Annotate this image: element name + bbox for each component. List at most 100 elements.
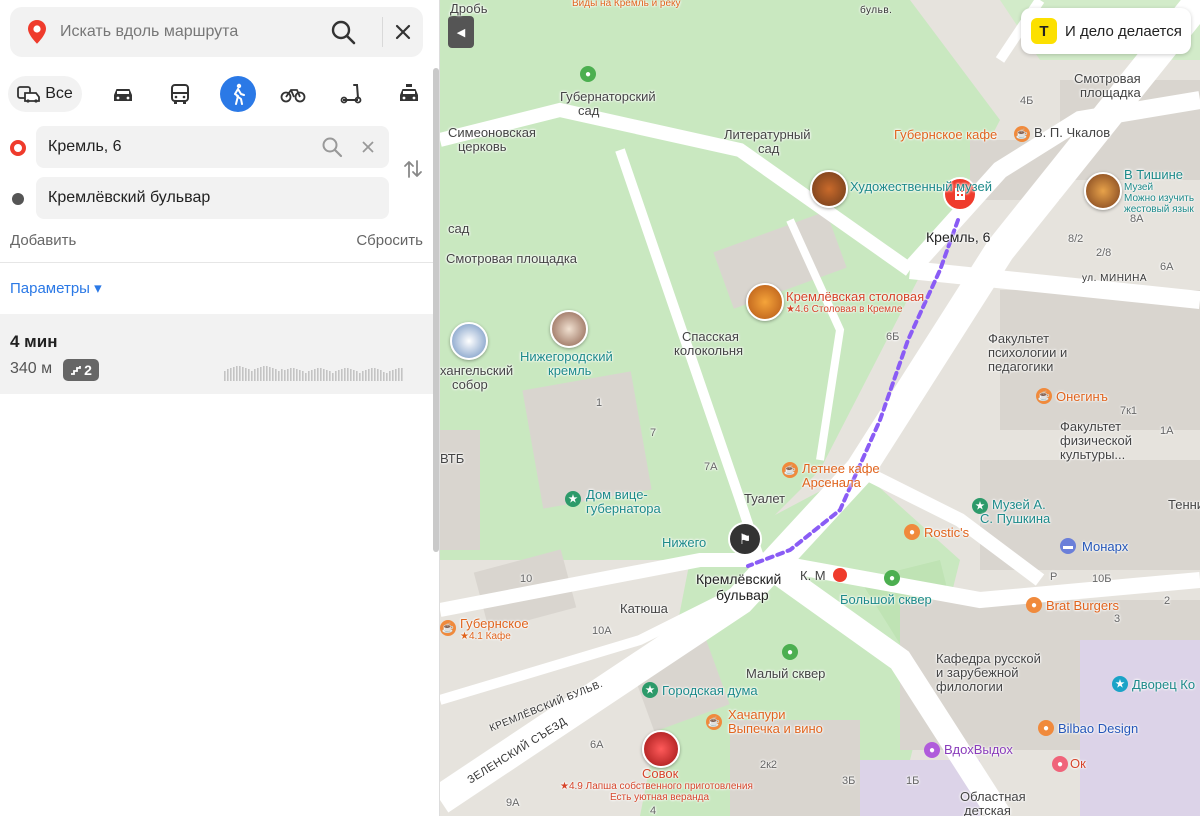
map-label: бульв. (860, 5, 893, 16)
map-label: Губернское кафе (894, 127, 998, 142)
map-label: Дробь (450, 1, 488, 16)
ad-banner[interactable]: T И дело делается (1021, 8, 1191, 54)
elevation-bar (338, 370, 340, 381)
map-label: Катюша (620, 601, 668, 616)
route-search-box[interactable]: Искать вдоль маршрута (10, 7, 423, 57)
mode-walk-button[interactable] (220, 76, 256, 112)
park-icon: ● (782, 644, 798, 660)
map-label: ВТБ (440, 451, 465, 466)
map-label: Онегинъ (1056, 389, 1108, 404)
map-label: ★4.1 Кафе (460, 631, 511, 642)
elevation-bar (293, 368, 295, 381)
fastfood-icon: ● (904, 524, 920, 540)
transport-modes: Все (8, 76, 428, 112)
divider (382, 17, 383, 47)
star-place-icon: ★ (1112, 676, 1128, 692)
mode-scooter-button[interactable] (336, 76, 366, 112)
elevation-bar (242, 367, 244, 381)
elevation-bar (269, 367, 271, 381)
poi-photo-nn-kremlin[interactable] (550, 310, 588, 348)
mode-bus-button[interactable] (165, 76, 195, 112)
close-icon[interactable] (390, 19, 416, 45)
mode-taxi-button[interactable] (394, 76, 424, 112)
map-label: Большой сквер (840, 592, 932, 607)
map-label: Смотровая (1074, 71, 1141, 86)
bicycle-icon (280, 89, 306, 103)
clear-icon[interactable] (360, 139, 376, 155)
elevation-bar (227, 369, 229, 381)
search-icon[interactable] (328, 17, 358, 47)
ad-text: И дело делается (1065, 22, 1182, 40)
elevation-bar (284, 370, 286, 381)
house-number: 1А (1160, 425, 1174, 437)
route-point-from[interactable]: Кремль, 6 (0, 126, 440, 170)
map-label: сад (578, 103, 600, 118)
to-field[interactable]: Кремлёвский бульвар (36, 177, 389, 219)
map-label: Хачапури (728, 707, 786, 722)
elevation-bar (308, 371, 310, 381)
elevation-bar (350, 369, 352, 381)
map-label: В Тишине (1124, 167, 1184, 182)
map-label: Литературный (724, 127, 811, 142)
elevation-bar (323, 369, 325, 381)
map-label: В. П. Чкалов (1034, 125, 1111, 140)
elevation-bar (263, 366, 265, 381)
elevation-bar (248, 369, 250, 381)
finish-flag-icon[interactable]: ⚑ (728, 522, 762, 556)
elevation-bar (314, 369, 316, 381)
house-number: 8/2 (1068, 233, 1084, 245)
reset-button[interactable]: Сбросить (356, 232, 423, 249)
poi-photo-stolovaya[interactable] (746, 283, 784, 321)
collapse-panel-button[interactable]: ◀ (448, 16, 474, 48)
map-label: Ок (1070, 756, 1086, 771)
elevation-bar (380, 370, 382, 381)
house-number: 4 (650, 805, 657, 816)
stairs-icon (71, 366, 81, 375)
map-label: ВдохВыдох (944, 742, 1013, 757)
poi-photo-sobor[interactable] (450, 322, 488, 360)
cafe-icon: ☕ (1036, 388, 1052, 404)
from-value: Кремль, 6 (48, 138, 122, 155)
route-panel: Искать вдоль маршрута Все Кремль, 6 Крем… (0, 0, 440, 816)
map-label: ★4.9 Лапша собственного приготовления (560, 781, 753, 792)
route-option-card[interactable]: 4 мин 340 м 2 (0, 314, 433, 394)
poi-photo-v-tishine[interactable] (1084, 172, 1122, 210)
bus-icon (171, 84, 189, 104)
map-base (440, 0, 1200, 816)
map-label: ул. МИНИНА (1082, 273, 1147, 284)
poi-photo-sovok[interactable] (642, 730, 680, 768)
map-label: собор (452, 377, 488, 392)
elevation-bar (272, 368, 274, 381)
mode-car-button[interactable] (108, 76, 138, 112)
map-label: Rostic's (924, 525, 970, 540)
park-icon: ● (580, 66, 596, 82)
mode-bike-button[interactable] (278, 76, 308, 112)
panel-scrollbar[interactable] (433, 68, 439, 552)
route-point-to[interactable]: Кремлёвский бульвар (0, 177, 440, 221)
metro-marker-icon[interactable] (833, 568, 847, 582)
route-actions: Добавить Сбросить (10, 232, 423, 249)
star-place-icon: ★ (565, 491, 581, 507)
poi-photo-art-museum[interactable] (810, 170, 848, 208)
elevation-bar (305, 373, 307, 381)
map-label: Кремль, 6 (926, 229, 991, 245)
elevation-bar (320, 368, 322, 381)
map-label: Губернаторский (560, 89, 656, 104)
parameters-button[interactable]: Параметры ▾ (10, 279, 102, 297)
from-field[interactable]: Кремль, 6 (36, 126, 389, 168)
map-label: Летнее кафе (802, 461, 880, 476)
mode-all-button[interactable]: Все (8, 76, 82, 112)
route-time: 4 мин (10, 332, 58, 351)
elevation-bar (395, 369, 397, 381)
elevation-bar (278, 371, 280, 381)
house-number: 2/8 (1096, 247, 1112, 259)
house-number: 10А (592, 625, 612, 637)
elevation-bar (347, 368, 349, 381)
map-view[interactable]: ◀ T И дело делается ⚑ ● ☕ ★ ☕ ★ ● ☕ ● ● … (440, 0, 1200, 816)
add-point-button[interactable]: Добавить (10, 232, 76, 249)
map-label: Можно изучить (1124, 193, 1195, 204)
search-icon[interactable] (320, 135, 344, 159)
search-input[interactable]: Искать вдоль маршрута (60, 23, 238, 41)
map-label: Монарх (1082, 539, 1129, 554)
map-label: Выпечка и вино (728, 721, 823, 736)
